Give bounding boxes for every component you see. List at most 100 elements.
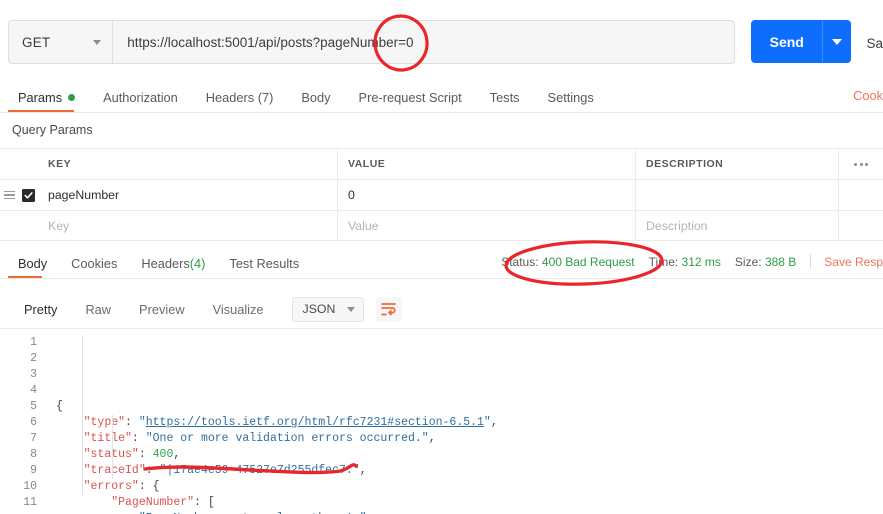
view-tab-visualize[interactable]: Visualize [199, 292, 278, 326]
row-enabled-checkbox[interactable] [21, 188, 35, 202]
code-line: { [56, 399, 883, 415]
table-row-empty[interactable]: Key Value Description [0, 210, 883, 241]
tab-params-label: Params [18, 89, 63, 105]
response-tab-headers[interactable]: Headers (4) [129, 248, 217, 278]
size-value: 388 B [764, 254, 797, 269]
header-value: VALUE [338, 149, 636, 179]
save-button[interactable]: Sa [866, 36, 883, 51]
empty-value-input[interactable]: Value [338, 211, 636, 240]
view-toolbar-divider [0, 328, 883, 329]
code-line: "title": "One or more validation errors … [56, 431, 883, 447]
checkmark-icon [23, 191, 33, 199]
send-options-button[interactable] [822, 20, 852, 63]
line-number: 11 [23, 496, 37, 509]
code-token: "One or more validation errors occurred.… [145, 432, 429, 445]
code-token: : { [138, 480, 160, 493]
wrap-text-icon [381, 303, 397, 316]
chevron-down-icon [832, 38, 843, 45]
tab-params[interactable]: Params [10, 82, 89, 112]
code-token: "type" [83, 416, 126, 429]
wrap-text-button[interactable] [376, 296, 403, 322]
tab-authorization[interactable]: Authorization [89, 82, 192, 112]
response-format-select[interactable]: JSON [291, 296, 365, 322]
table-header-row: KEY VALUE DESCRIPTION [0, 148, 883, 179]
code-token: , [359, 464, 367, 477]
request-tabs: Params Authorization Headers (7) Body Pr… [0, 82, 883, 112]
response-tab-cookies[interactable]: Cookies [59, 248, 129, 278]
code-token: : [ [194, 496, 215, 509]
response-body-viewer[interactable]: 1 2 3 4 5 6 7 8 9 10 11 { "type": "https://tools.i… [0, 330, 883, 514]
line-number: 1 [30, 336, 37, 349]
view-tab-pretty[interactable]: Pretty [10, 292, 71, 326]
view-tab-raw[interactable]: Raw [71, 292, 125, 326]
response-tab-headers-label: Headers [141, 255, 190, 271]
params-active-dot-icon [68, 93, 76, 101]
code-token: " [138, 416, 146, 429]
code-token[interactable]: https://tools.ietf.org/html/rfc7231#sect… [146, 416, 484, 429]
tab-body[interactable]: Body [287, 82, 344, 112]
ellipsis-icon [854, 162, 868, 166]
chevron-down-icon [347, 306, 356, 312]
code-token: : [131, 432, 146, 445]
code-token: 400 [152, 448, 174, 461]
save-response-button[interactable]: Save Resp [824, 255, 883, 269]
http-method-label: GET [22, 34, 51, 50]
view-tab-preview[interactable]: Preview [125, 292, 199, 326]
query-params-title: Query Params [12, 123, 93, 137]
line-number: 7 [30, 432, 37, 445]
send-button[interactable]: Send [751, 20, 823, 63]
header-key: KEY [38, 149, 338, 179]
header-handle-cell [0, 149, 38, 179]
line-number: 3 [30, 368, 37, 381]
status-badge: Status: 400 Bad Request [501, 255, 648, 269]
code-token: "title" [83, 432, 132, 445]
json-code-content[interactable]: { "type": "https://tools.ietf.org/html/r… [46, 330, 883, 514]
request-tabs-divider [0, 112, 883, 113]
code-token: : [138, 448, 153, 461]
code-line: "status": 400, [56, 447, 883, 463]
table-row[interactable]: pageNumber 0 [0, 179, 883, 210]
line-number-gutter: 1 2 3 4 5 6 7 8 9 10 11 [0, 330, 46, 514]
chevron-down-icon [93, 39, 102, 45]
response-tabs-divider [0, 278, 883, 279]
tab-pre-request-script[interactable]: Pre-request Script [345, 82, 476, 112]
tab-tests[interactable]: Tests [476, 82, 534, 112]
row-value-input[interactable]: 0 [338, 180, 636, 210]
size-badge: Size: 388 B [735, 255, 810, 269]
line-number: 6 [30, 416, 37, 429]
code-line: "type": "https://tools.ietf.org/html/rfc… [56, 415, 883, 431]
response-tab-body[interactable]: Body [6, 248, 59, 278]
status-value: 400 Bad Request [541, 254, 635, 269]
indent-guide [112, 415, 113, 479]
code-token: , [173, 448, 181, 461]
url-input[interactable]: https://localhost:5001/api/posts?pageNum… [112, 20, 736, 64]
row-key-input[interactable]: pageNumber [38, 180, 338, 210]
tab-settings[interactable]: Settings [534, 82, 608, 112]
cookies-link[interactable]: Cook [853, 88, 883, 103]
code-token: : [125, 416, 139, 429]
empty-actions-cell [839, 211, 883, 240]
response-meta: Status: 400 Bad Request Time: 312 ms Siz… [501, 254, 883, 269]
empty-description-input[interactable]: Description [636, 211, 839, 240]
postman-window: GET https://localhost:5001/api/posts?pag… [0, 0, 883, 514]
code-token: "|17ae4e59-47527e7d255dfec7." [159, 464, 360, 477]
code-token: "PageNumber" [111, 496, 195, 509]
query-params-table: KEY VALUE DESCRIPTION pageNumber 0 Key V… [0, 148, 883, 241]
header-description: DESCRIPTION [636, 149, 839, 179]
status-label: Status: [501, 254, 539, 269]
response-tab-test-results[interactable]: Test Results [217, 248, 311, 278]
empty-key-input[interactable]: Key [38, 211, 338, 240]
size-label: Size: [734, 254, 762, 269]
bulk-edit-button[interactable] [839, 149, 883, 179]
http-method-select[interactable]: GET [8, 20, 113, 64]
code-line: "traceId": "|17ae4e59-47527e7d255dfec7."… [56, 463, 883, 479]
drag-handle-icon[interactable] [3, 190, 15, 200]
code-token: { [56, 400, 63, 413]
time-badge: Time: 312 ms [649, 255, 735, 269]
tab-headers[interactable]: Headers (7) [192, 82, 288, 112]
row-handle-cell [0, 180, 38, 210]
line-number: 4 [30, 384, 37, 397]
row-description-input[interactable] [636, 180, 839, 210]
line-number: 9 [30, 464, 37, 477]
line-number: 2 [30, 352, 37, 365]
